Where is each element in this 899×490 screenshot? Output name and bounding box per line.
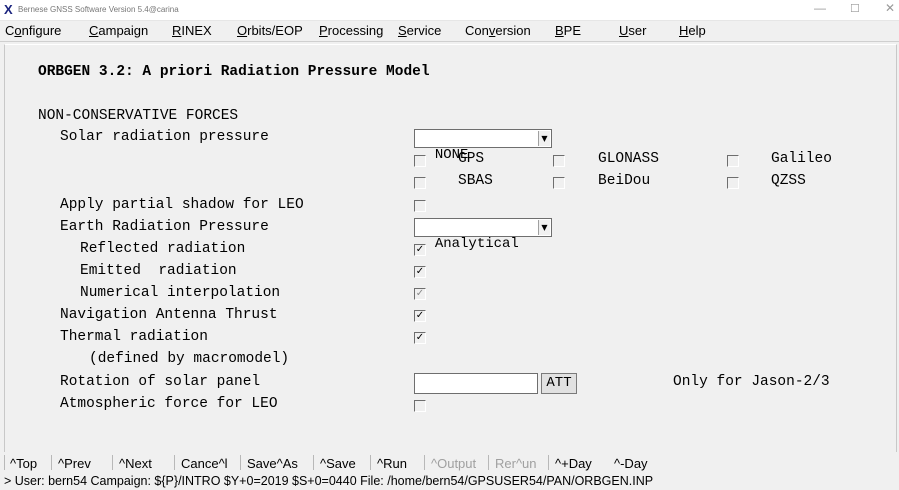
glonass-label: GLONASS [598,151,659,167]
emitted-radiation-label: Emitted radiation [80,263,237,279]
chevron-down-icon: ▼ [538,131,550,146]
reflected-radiation-checkbox[interactable]: ✓ [414,244,426,256]
atmospheric-force-label: Atmospheric force for LEO [60,396,278,412]
beidou-label: BeiDou [598,173,651,189]
solar-pressure-select[interactable]: NONE ▼ [414,129,552,163]
galileo-label: Galileo [771,151,832,167]
solar-panel-rotation-label: Rotation of solar panel [60,374,261,390]
cancel-button[interactable]: Cance^l [181,456,228,471]
galileo-checkbox[interactable] [727,155,739,167]
section-heading: NON-CONSERVATIVE FORCES [38,108,239,124]
earth-pressure-label: Earth Radiation Pressure [60,219,269,235]
beidou-checkbox[interactable] [553,177,565,189]
maximize-icon[interactable]: ☐ [850,2,860,15]
qzss-label: QZSS [771,173,806,189]
reflected-radiation-label: Reflected radiation [80,241,246,257]
separator [313,455,314,470]
nav-antenna-thrust-checkbox[interactable]: ✓ [414,310,426,322]
sbas-label: SBAS [458,173,493,189]
output-button[interactable]: ^Output [431,456,476,471]
macromodel-note: (defined by macromodel) [89,351,290,367]
gps-label: GPS [458,151,485,167]
sbas-checkbox[interactable] [414,177,426,189]
prev-button[interactable]: ^Prev [58,456,91,471]
menu-campaign[interactable]: Campaign [89,24,148,38]
menu-bpe[interactable]: BPE [555,24,581,38]
separator [370,455,371,470]
atmospheric-force-checkbox[interactable] [414,400,426,412]
menu-configure[interactable]: Configure [5,24,61,38]
solar-panel-rotation-input[interactable] [414,373,538,394]
separator [112,455,113,470]
button-bar: ^Top ^Prev ^Next Cance^l Save^As ^Save ^… [0,452,899,473]
numerical-interpolation-checkbox[interactable]: ✓ [414,288,426,300]
nav-antenna-thrust-label: Navigation Antenna Thrust [60,307,278,323]
close-icon[interactable]: ✕ [885,1,895,15]
jason-note: Only for Jason-2/3 [673,374,830,390]
menu-processing[interactable]: Processing [319,24,383,38]
x-app-icon: X [4,2,13,17]
partial-shadow-checkbox[interactable] [414,200,426,212]
menu-conversion[interactable]: Conversion [465,24,531,38]
next-button[interactable]: ^Next [119,456,152,471]
menu-help[interactable]: Help [679,24,706,38]
separator [4,455,5,470]
glonass-checkbox[interactable] [553,155,565,167]
menu-bar: Configure Campaign RINEX Orbits/EOP Proc… [0,21,899,42]
minus-day-button[interactable]: ^-Day [614,456,648,471]
window-titlebar: X Bernese GNSS Software Version 5.4@cari… [0,0,899,21]
thermal-radiation-label: Thermal radiation [60,329,208,345]
separator [174,455,175,470]
separator [51,455,52,470]
menu-service[interactable]: Service [398,24,441,38]
gps-checkbox[interactable] [414,155,426,167]
menu-rinex[interactable]: RINEX [172,24,212,38]
minimize-icon[interactable]: — [814,1,826,15]
save-as-button[interactable]: Save^As [247,456,298,471]
plus-day-button[interactable]: ^+Day [555,456,592,471]
separator [424,455,425,470]
save-button[interactable]: ^Save [320,456,356,471]
separator [548,455,549,470]
partial-shadow-label: Apply partial shadow for LEO [60,197,304,213]
rerun-button[interactable]: Rer^un [495,456,537,471]
emitted-radiation-checkbox[interactable]: ✓ [414,266,426,278]
window-title: Bernese GNSS Software Version 5.4@carina [18,5,179,14]
menu-user[interactable]: User [619,24,646,38]
numerical-interpolation-label: Numerical interpolation [80,285,281,301]
thermal-radiation-checkbox[interactable]: ✓ [414,332,426,344]
status-bar: > User: bern54 Campaign: ${P}/INTRO $Y+0… [0,474,899,490]
panel-title: ORBGEN 3.2: A priori Radiation Pressure … [38,64,430,80]
separator [240,455,241,470]
att-button[interactable]: ATT [541,373,577,394]
solar-pressure-label: Solar radiation pressure [60,129,269,145]
earth-pressure-select[interactable]: Analytical ▼ [414,218,552,252]
run-button[interactable]: ^Run [377,456,407,471]
separator [488,455,489,470]
menu-orbits-eop[interactable]: Orbits/EOP [237,24,303,38]
top-button[interactable]: ^Top [10,456,37,471]
qzss-checkbox[interactable] [727,177,739,189]
chevron-down-icon: ▼ [538,220,550,235]
